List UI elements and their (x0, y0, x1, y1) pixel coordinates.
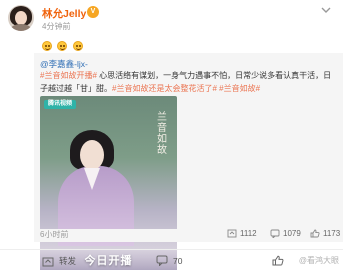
action-bar: 转发 70 @看鸿大眼 (0, 249, 343, 270)
comment-button[interactable]: 70 (156, 255, 182, 266)
thumbs-up-icon (310, 229, 320, 238)
repost-text: #兰音如故开播# 心思活络有谋划，一身气力遇事不怕，日常少说多看认真干活，日子越… (40, 70, 338, 95)
repost-author[interactable]: @李嘉鑫-ljx- (40, 58, 88, 70)
comment-count-value: 1079 (283, 229, 301, 238)
thumbs-up-icon (272, 255, 284, 266)
avatar[interactable] (8, 5, 34, 31)
repost-button[interactable]: 转发 (42, 255, 76, 267)
repost-time: 6小时前 (40, 230, 69, 239)
avatar-body (11, 24, 31, 31)
like-button[interactable] (272, 255, 284, 266)
watermark: @看鸿大眼 (298, 256, 339, 265)
emoji-row (42, 38, 84, 51)
platform-badge: 腾讯视频 (44, 100, 77, 109)
drama-poster-image[interactable]: 腾讯视频 兰音如故 今日开播 (40, 96, 177, 270)
hashtag-link[interactable]: #兰音如故开播# (40, 71, 97, 80)
hashtag-link[interactable]: #兰音如故还是太会整花活了# (112, 84, 217, 93)
like-count-value: 1173 (323, 229, 341, 238)
comment-count-label: 70 (173, 255, 183, 266)
chevron-down-icon[interactable] (319, 5, 333, 15)
repost-label: 转发 (59, 256, 77, 266)
comment-count[interactable]: 1079 (270, 229, 301, 238)
avatar-face (15, 11, 27, 25)
post-time: 4分钟前 (42, 22, 71, 31)
poster-title-art: 兰音如故 (157, 112, 167, 156)
vip-badge-icon: V (87, 6, 99, 18)
hashtag-link[interactable]: #兰音如故# (217, 84, 260, 93)
like-count[interactable]: 1173 (310, 229, 340, 238)
figure-face (80, 140, 104, 170)
repost-count-value: 1112 (240, 229, 257, 238)
share-icon (42, 256, 54, 267)
author-name[interactable]: 林允Jelly (42, 6, 86, 21)
repost-footer: 6小时前 1112 1079 1173 (34, 229, 343, 242)
laughing-emoji-icon (42, 41, 52, 51)
laughing-emoji-icon (57, 41, 68, 51)
laughing-emoji-icon (72, 41, 83, 51)
share-icon (227, 229, 237, 238)
repost-box[interactable]: @李嘉鑫-ljx- #兰音如故开播# 心思活络有谋划，一身气力遇事不怕，日常少说… (34, 53, 343, 270)
comment-icon (270, 229, 280, 238)
comment-icon (156, 255, 168, 266)
repost-count[interactable]: 1112 (227, 229, 257, 238)
post-header: 林允Jelly V 4分钟前 (0, 0, 343, 36)
